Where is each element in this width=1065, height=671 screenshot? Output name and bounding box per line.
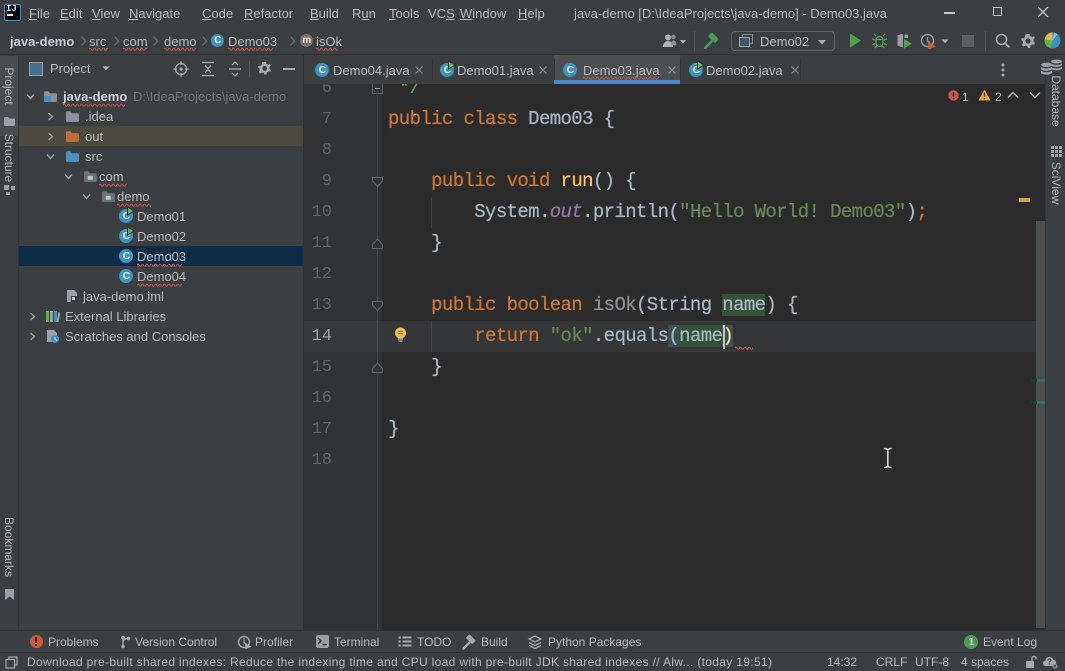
svg-text:?: ? — [1047, 658, 1052, 667]
